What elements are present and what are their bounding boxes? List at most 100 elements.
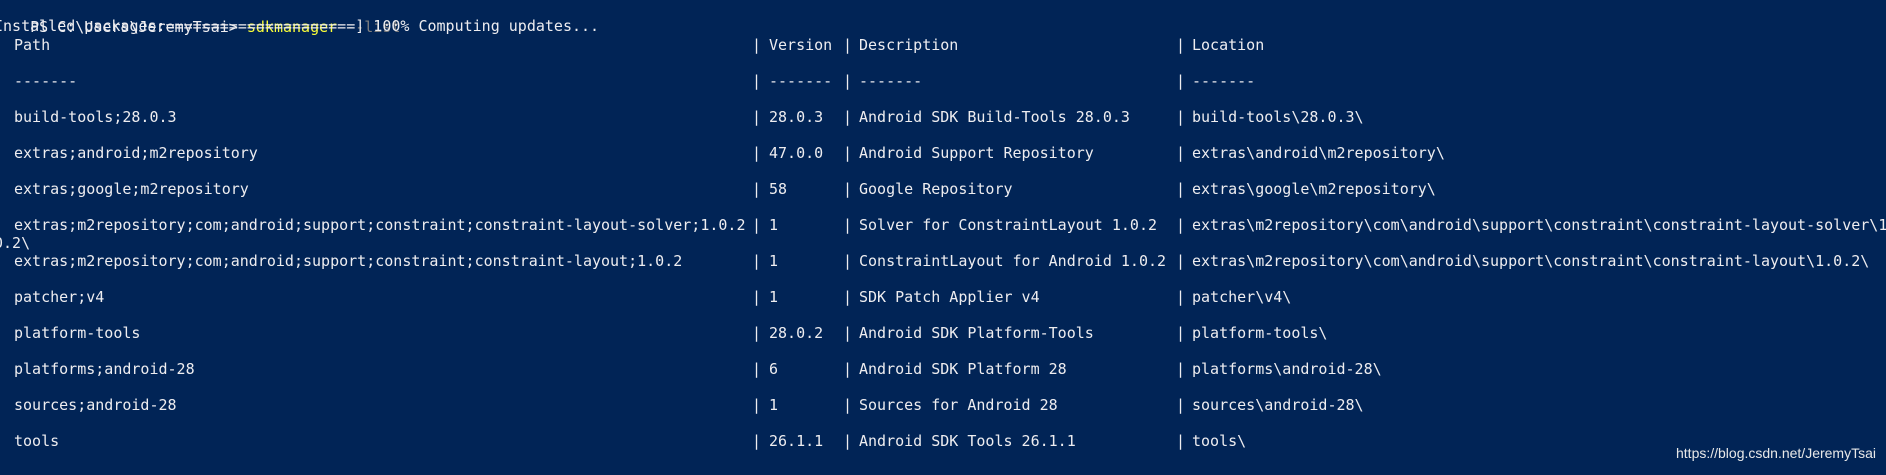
column-separator: | (1176, 432, 1186, 450)
cell-location: sources\android-28\ (1192, 396, 1364, 414)
column-separator: | (752, 144, 762, 162)
cell-location: patcher\v4\ (1192, 288, 1292, 306)
cell-description: Solver for ConstraintLayout 1.0.2 (859, 216, 1158, 234)
column-separator: | (1176, 108, 1186, 126)
column-separator: | (752, 216, 762, 234)
cell-location: extras\m2repository\com\android\support\… (1192, 252, 1870, 270)
cell-description: Android SDK Tools 26.1.1 (859, 432, 1076, 450)
cell-location: platforms\android-28\ (1192, 360, 1382, 378)
cell-version: 1 (769, 252, 779, 270)
column-separator: | (843, 360, 853, 378)
cell-description: SDK Patch Applier v4 (859, 288, 1040, 306)
cell-description: Android SDK Platform-Tools (859, 324, 1094, 342)
column-separator: | (1176, 252, 1186, 270)
cell-path: tools (14, 432, 60, 450)
cell-version: 1 (769, 396, 779, 414)
cell-path: extras;android;m2repository (14, 144, 258, 162)
cell-path: sources;android-28 (14, 396, 177, 414)
column-separator: | (752, 432, 762, 450)
column-separator: | (752, 396, 762, 414)
table-row: platform-tools | 28.0.2 | Android SDK Pl… (0, 324, 1327, 342)
column-separator: | (752, 252, 762, 270)
cell-path: build-tools;28.0.3 (14, 108, 177, 126)
column-separator: | (752, 108, 762, 126)
cell-path: patcher;v4 (14, 288, 105, 306)
cell-location: extras\android\m2repository\ (1192, 144, 1445, 162)
table-row: extras;google;m2repository | 58 | Google… (0, 180, 1436, 198)
column-separator: | (752, 180, 762, 198)
column-separator: | (1176, 324, 1186, 342)
column-separator: | (1176, 144, 1186, 162)
cell-location: extras\google\m2repository\ (1192, 180, 1436, 198)
cell-description: ConstraintLayout for Android 1.0.2 (859, 252, 1167, 270)
column-separator: | (752, 360, 762, 378)
column-separator: | (1176, 216, 1186, 234)
header-version: Version (769, 36, 833, 54)
column-separator: | (843, 216, 853, 234)
table-row: extras;android;m2repository | 47.0.0 | A… (0, 144, 1445, 162)
column-separator: | (752, 324, 762, 342)
cell-version: 1 (769, 288, 779, 306)
column-separator: | (752, 36, 762, 54)
column-separator: | (843, 396, 853, 414)
column-separator: | (1176, 288, 1186, 306)
cell-path: extras;google;m2repository (14, 180, 249, 198)
cell-version: 47.0.0 (769, 144, 824, 162)
column-separator: | (752, 288, 762, 306)
wrapped-overflow-text: 0.2\ (0, 234, 31, 252)
column-separator: | (843, 432, 853, 450)
cell-version: 26.1.1 (769, 432, 824, 450)
source-watermark: https://blog.csdn.net/JeremyTsai (1676, 445, 1876, 461)
column-separator: | (843, 108, 853, 126)
dash-description: ------- (859, 72, 923, 90)
column-separator: | (843, 324, 853, 342)
cell-version: 58 (769, 180, 788, 198)
table-row: extras;m2repository;com;android;support;… (0, 252, 1869, 270)
column-separator: | (843, 36, 853, 54)
table-header-row: Path | Version | Description | Location (0, 36, 1264, 54)
cell-version: 6 (769, 360, 779, 378)
cell-path: extras;m2repository;com;android;support;… (14, 216, 746, 234)
header-description: Description (859, 36, 959, 54)
cell-path: platforms;android-28 (14, 360, 195, 378)
cell-location: tools\ (1192, 432, 1247, 450)
column-separator: | (1176, 360, 1186, 378)
column-separator: | (1176, 180, 1186, 198)
header-path: Path (14, 36, 51, 54)
table-row: sources;android-28 | 1 | Sources for And… (0, 396, 1364, 414)
column-separator: | (843, 180, 853, 198)
powershell-terminal[interactable]: PS C:\Users\JeremyTsai> sdkmanager --lis… (0, 0, 1886, 475)
cell-path: extras;m2repository;com;android;support;… (14, 252, 683, 270)
table-row: build-tools;28.0.3 | 28.0.3 | Android SD… (0, 108, 1364, 126)
table-row: tools | 26.1.1 | Android SDK Tools 26.1.… (0, 432, 1246, 450)
table-row: platforms;android-28 | 6 | Android SDK P… (0, 360, 1382, 378)
dash-location: ------- (1192, 72, 1256, 90)
column-separator: | (752, 72, 762, 90)
column-separator: | (843, 72, 853, 90)
cell-path: platform-tools (14, 324, 141, 342)
cell-version: 28.0.3 (769, 108, 824, 126)
table-row: patcher;v4 | 1 | SDK Patch Applier v4 | … (0, 288, 1291, 306)
cell-description: Android Support Repository (859, 144, 1094, 162)
cell-description: Google Repository (859, 180, 1013, 198)
cell-location: build-tools\28.0.3\ (1192, 108, 1364, 126)
dash-version: ------- (769, 72, 833, 90)
column-separator: | (1176, 396, 1186, 414)
cell-location: platform-tools\ (1192, 324, 1328, 342)
cell-description: Android SDK Build-Tools 28.0.3 (859, 108, 1130, 126)
header-location: Location (1192, 36, 1265, 54)
column-separator: | (843, 252, 853, 270)
column-separator: | (843, 288, 853, 306)
dash-path: ------- (14, 72, 78, 90)
cell-location: extras\m2repository\com\android\support\… (1192, 216, 1886, 234)
table-row: extras;m2repository;com;android;support;… (0, 216, 1886, 234)
cell-description: Android SDK Platform 28 (859, 360, 1067, 378)
cell-description: Sources for Android 28 (859, 396, 1058, 414)
cell-version: 28.0.2 (769, 324, 824, 342)
column-separator: | (1176, 36, 1186, 54)
progress-line: Installed packages:=====================… (0, 17, 600, 35)
table-dash-row: ------- | ------- | ------- | ------- (0, 72, 1255, 90)
cell-version: 1 (769, 216, 779, 234)
column-separator: | (1176, 72, 1186, 90)
column-separator: | (843, 144, 853, 162)
